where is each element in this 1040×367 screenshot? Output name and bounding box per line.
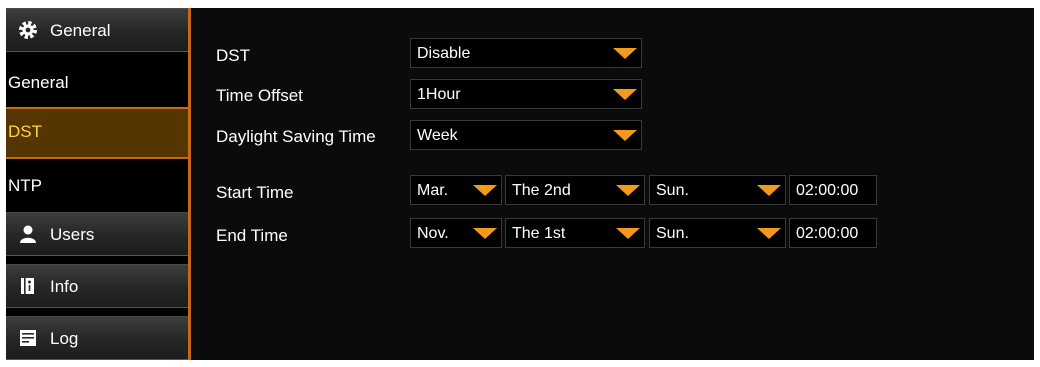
sidebar-item-ntp[interactable]: NTP bbox=[6, 161, 188, 213]
dst-label: DST bbox=[216, 46, 250, 65]
dropdown-arrow-icon bbox=[613, 130, 637, 141]
sidebar-section-label: Users bbox=[50, 225, 95, 244]
sidebar-section-label: Info bbox=[50, 277, 79, 296]
sidebar-section-log[interactable]: Log bbox=[6, 316, 188, 360]
dst-dropdown[interactable]: Disable bbox=[410, 38, 642, 68]
sidebar-section-general[interactable]: General bbox=[6, 8, 188, 52]
dropdown-arrow-icon bbox=[757, 185, 781, 196]
time-offset-value: 1Hour bbox=[417, 86, 461, 103]
sidebar-item-label: General bbox=[8, 73, 69, 92]
start-month-value: Mar. bbox=[417, 182, 449, 199]
time-offset-label: Time Offset bbox=[216, 86, 303, 105]
user-icon bbox=[20, 225, 36, 243]
sidebar-item-dst[interactable]: DST bbox=[6, 107, 188, 159]
end-time-field[interactable]: 02:00:00 bbox=[789, 218, 877, 248]
daylight-saving-time-dropdown[interactable]: Week bbox=[410, 120, 642, 150]
dst-settings-window: General General DST NTP Users Info Log D… bbox=[6, 8, 1034, 360]
sidebar-item-label: NTP bbox=[8, 176, 42, 195]
sidebar-section-info[interactable]: Info bbox=[6, 264, 188, 308]
sidebar-section-users[interactable]: Users bbox=[6, 212, 188, 256]
sidebar-item-general[interactable]: General bbox=[6, 58, 188, 110]
end-month-value: Nov. bbox=[417, 225, 449, 242]
start-week-value: The 2nd bbox=[512, 182, 571, 199]
dst-value: Disable bbox=[417, 45, 471, 62]
start-month-dropdown[interactable]: Mar. bbox=[410, 175, 502, 205]
dropdown-arrow-icon bbox=[616, 185, 640, 196]
end-week-value: The 1st bbox=[512, 225, 566, 242]
dropdown-arrow-icon bbox=[473, 228, 497, 239]
end-month-dropdown[interactable]: Nov. bbox=[410, 218, 502, 248]
sidebar-item-label: DST bbox=[8, 122, 42, 141]
dropdown-arrow-icon bbox=[613, 89, 637, 100]
end-week-dropdown[interactable]: The 1st bbox=[505, 218, 645, 248]
dropdown-arrow-icon bbox=[757, 228, 781, 239]
start-time-label: Start Time bbox=[216, 183, 294, 202]
gear-icon bbox=[19, 21, 37, 39]
time-offset-dropdown[interactable]: 1Hour bbox=[410, 79, 642, 109]
start-time-value: 02:00:00 bbox=[796, 182, 859, 199]
end-day-value: Sun. bbox=[656, 225, 689, 242]
sidebar-section-label: Log bbox=[50, 329, 79, 348]
daylight-saving-time-label: Daylight Saving Time bbox=[216, 127, 376, 146]
log-icon bbox=[20, 330, 36, 346]
start-week-dropdown[interactable]: The 2nd bbox=[505, 175, 645, 205]
end-time-value: 02:00:00 bbox=[796, 225, 859, 242]
daylight-saving-time-value: Week bbox=[417, 127, 458, 144]
sidebar: General General DST NTP Users Info Log bbox=[6, 8, 191, 360]
dropdown-arrow-icon bbox=[613, 48, 637, 59]
dropdown-arrow-icon bbox=[473, 185, 497, 196]
sidebar-section-label: General bbox=[50, 21, 111, 40]
info-book-icon bbox=[21, 278, 34, 294]
end-day-dropdown[interactable]: Sun. bbox=[649, 218, 786, 248]
dropdown-arrow-icon bbox=[616, 228, 640, 239]
start-day-dropdown[interactable]: Sun. bbox=[649, 175, 786, 205]
start-time-field[interactable]: 02:00:00 bbox=[789, 175, 877, 205]
end-time-label: End Time bbox=[216, 226, 288, 245]
start-day-value: Sun. bbox=[656, 182, 689, 199]
